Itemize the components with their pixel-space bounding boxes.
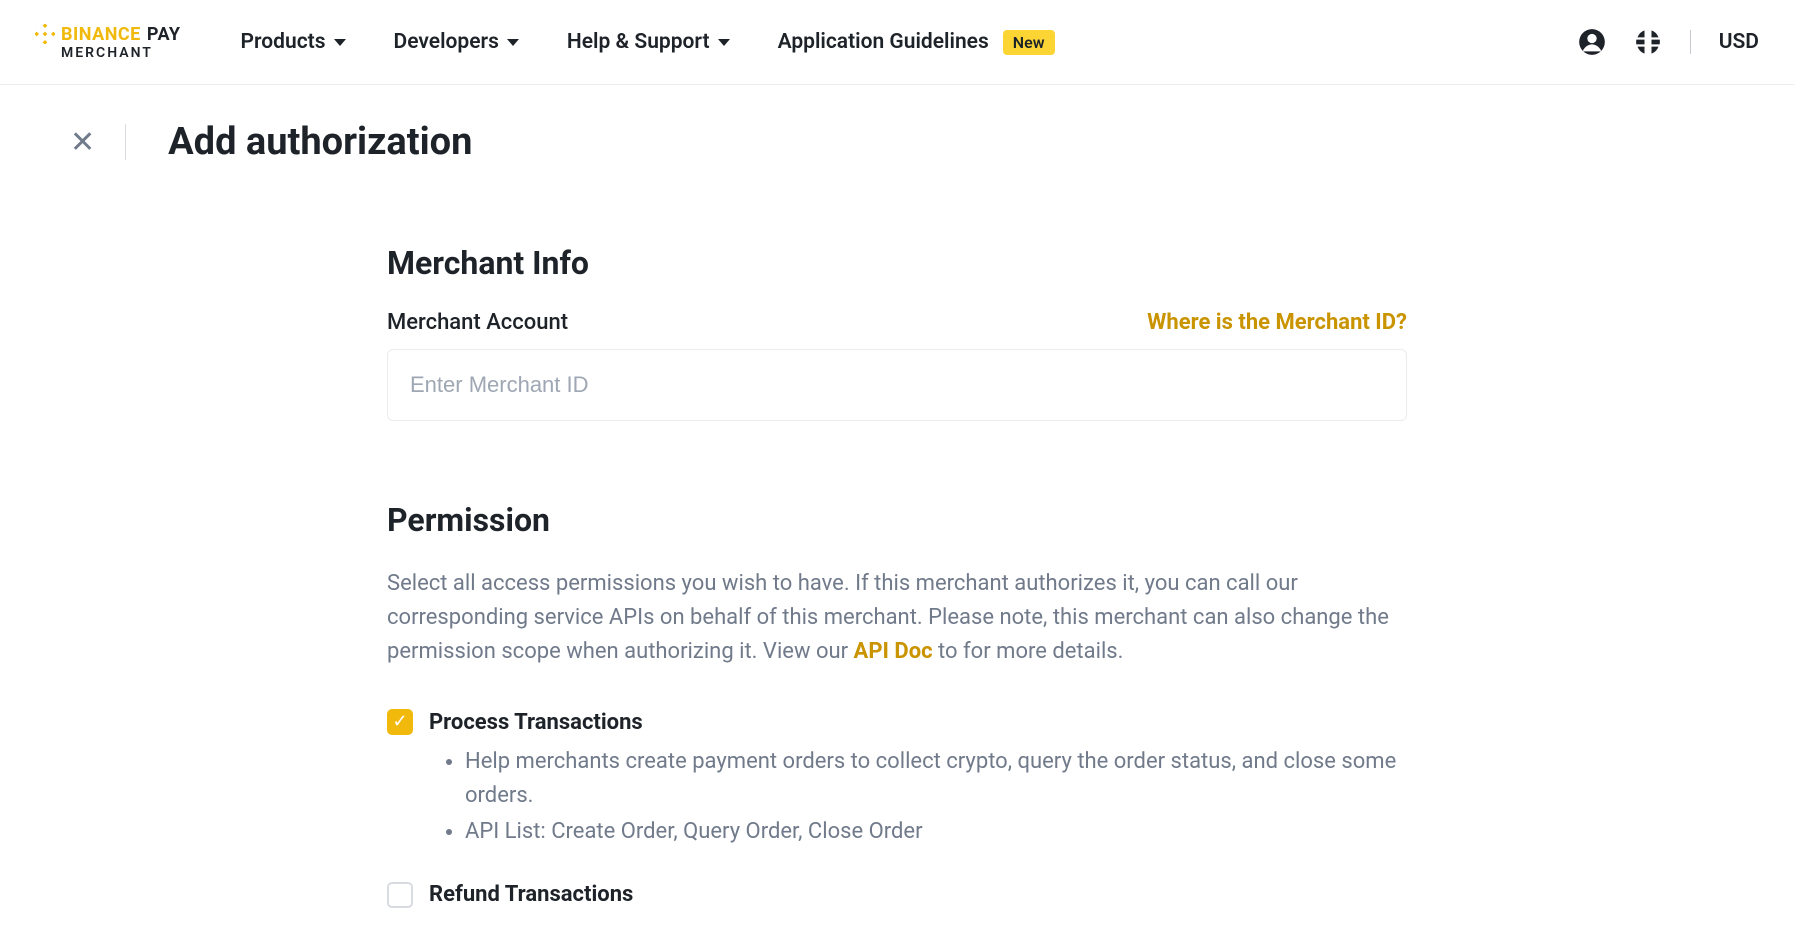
permission-process-transactions: ✓ Process Transactions Help merchants cr… (387, 709, 1407, 849)
divider (125, 124, 126, 160)
main-nav: Products Developers Help & Support Appli… (241, 30, 1055, 55)
permission-desc-suffix: to for more details. (933, 639, 1124, 664)
close-icon[interactable]: ✕ (70, 125, 95, 160)
logo-product-text: PAY (147, 24, 181, 45)
currency-selector[interactable]: USD (1719, 30, 1759, 54)
chevron-down-icon (718, 39, 730, 46)
permission-description: Select all access permissions you wish t… (387, 567, 1407, 669)
permission-item-title: Process Transactions (429, 710, 643, 735)
content: Merchant Info Merchant Account Where is … (387, 164, 1407, 908)
page-header: ✕ Add authorization (70, 120, 1724, 164)
checkbox-refund-transactions[interactable] (387, 882, 413, 908)
logo-sub-text: MERCHANT (61, 45, 181, 61)
check-icon: ✓ (392, 713, 407, 731)
nav-products-label: Products (241, 30, 326, 54)
permission-bullet: Help merchants create payment orders to … (465, 745, 1407, 813)
top-header: BINANCE PAY MERCHANT Products Developers… (0, 0, 1794, 85)
nav-help-support[interactable]: Help & Support (567, 30, 730, 54)
merchant-info-title: Merchant Info (387, 244, 1407, 282)
nav-help-label: Help & Support (567, 30, 710, 54)
nav-guidelines-label: Application Guidelines (778, 30, 989, 54)
header-right: USD (1578, 28, 1759, 56)
permission-refund-transactions: Refund Transactions (387, 882, 1407, 908)
permission-item-title: Refund Transactions (429, 882, 633, 907)
merchant-account-label: Merchant Account (387, 310, 568, 335)
where-is-merchant-id-link[interactable]: Where is the Merchant ID? (1147, 310, 1407, 335)
new-badge: New (1003, 30, 1055, 55)
permission-section: Permission Select all access permissions… (387, 501, 1407, 908)
chevron-down-icon (334, 39, 346, 46)
checkbox-process-transactions[interactable]: ✓ (387, 709, 413, 735)
permission-bullet: API List: Create Order, Query Order, Clo… (465, 815, 1407, 849)
divider (1690, 30, 1691, 54)
account-icon[interactable] (1578, 28, 1606, 56)
globe-icon[interactable] (1634, 28, 1662, 56)
nav-application-guidelines[interactable]: Application Guidelines New (778, 30, 1055, 55)
merchant-info-section: Merchant Info Merchant Account Where is … (387, 244, 1407, 421)
permission-title: Permission (387, 501, 1407, 539)
merchant-id-input[interactable] (387, 349, 1407, 421)
page-body: ✕ Add authorization Merchant Info Mercha… (0, 85, 1794, 908)
logo-brand-text: BINANCE (61, 24, 141, 45)
logo[interactable]: BINANCE PAY MERCHANT (35, 24, 181, 61)
nav-developers-label: Developers (394, 30, 499, 54)
page-title: Add authorization (168, 120, 472, 164)
api-doc-link[interactable]: API Doc (854, 639, 933, 664)
binance-logo-icon (35, 24, 55, 44)
nav-developers[interactable]: Developers (394, 30, 519, 54)
permission-item-bullets: Help merchants create payment orders to … (387, 745, 1407, 849)
chevron-down-icon (507, 39, 519, 46)
merchant-account-label-row: Merchant Account Where is the Merchant I… (387, 310, 1407, 335)
nav-products[interactable]: Products (241, 30, 346, 54)
